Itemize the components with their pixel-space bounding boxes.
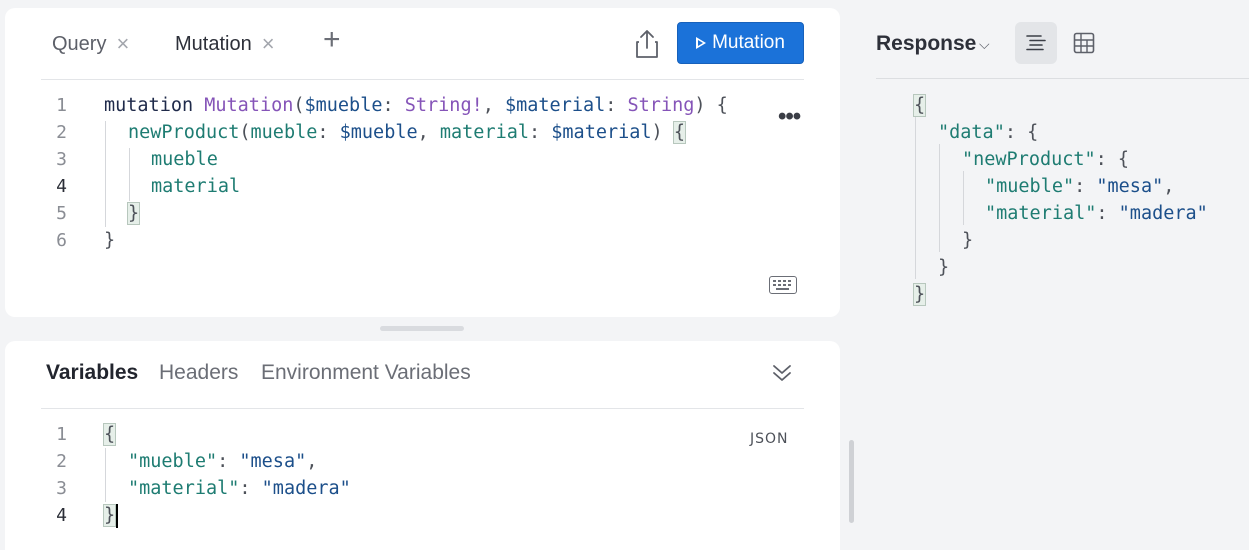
table-view-button[interactable] <box>1063 22 1105 64</box>
tab-headers[interactable]: Headers <box>159 361 238 385</box>
code-line-4: material <box>151 176 241 197</box>
keyboard-shortcuts-icon[interactable] <box>769 276 797 294</box>
response-line: "newProduct": { <box>962 149 1130 170</box>
indent-guide <box>915 117 916 279</box>
line-number: 3 <box>56 478 67 499</box>
tab-variables[interactable]: Variables <box>46 361 138 385</box>
play-icon <box>696 37 707 49</box>
line-number: 2 <box>56 451 67 472</box>
response-line: { <box>912 94 927 117</box>
indent-guide <box>129 148 130 201</box>
response-line: "material": "madera" <box>985 203 1208 224</box>
operation-editor-panel: Query × Mutation × + Mutation 1 2 3 4 5 … <box>5 8 840 317</box>
close-icon[interactable]: × <box>116 33 129 55</box>
vars-line-4: } <box>102 502 119 529</box>
operation-tabs: Query × Mutation × + Mutation <box>41 8 804 80</box>
tab-label: Mutation <box>175 32 252 55</box>
line-number: 2 <box>56 122 67 143</box>
tab-label: Query <box>52 32 107 55</box>
response-header: Response ⌵ <box>876 22 1249 79</box>
variables-tabs: Variables Headers Environment Variables <box>41 341 804 409</box>
indent-guide <box>939 144 940 252</box>
indent-guide <box>105 448 106 502</box>
response-line: } <box>962 230 974 251</box>
response-line: "mueble": "mesa", <box>985 176 1175 197</box>
vars-line-2: "mueble": "mesa", <box>128 451 318 472</box>
chevron-down-icon[interactable]: ⌵ <box>979 36 990 53</box>
collapse-panel-icon[interactable] <box>771 361 793 385</box>
scrollbar[interactable] <box>849 440 854 523</box>
line-number: 1 <box>56 424 67 445</box>
response-line: "data": { <box>938 122 1039 143</box>
response-title[interactable]: Response <box>876 32 976 56</box>
code-line-1: mutation Mutation($mueble: String!, $mat… <box>104 95 728 116</box>
run-mutation-button[interactable]: Mutation <box>677 22 804 64</box>
tab-environment-variables[interactable]: Environment Variables <box>261 361 471 385</box>
code-line-2: newProduct(mueble: $mueble, material: $m… <box>128 121 686 144</box>
vars-line-3: "material": "madera" <box>128 478 351 499</box>
indent-guide <box>963 171 964 225</box>
add-tab-button[interactable]: + <box>323 25 341 55</box>
response-line: } <box>938 257 950 278</box>
line-number: 3 <box>56 149 67 170</box>
panel-resize-handle[interactable] <box>380 326 464 331</box>
text-view-button[interactable] <box>1015 22 1057 64</box>
line-number: 4 <box>56 176 67 197</box>
code-line-5: } <box>126 202 141 225</box>
line-number: 1 <box>56 95 67 116</box>
indent-guide <box>105 121 106 227</box>
line-number: 6 <box>56 230 67 251</box>
variables-panel: Variables Headers Environment Variables … <box>5 341 840 550</box>
text-lines-icon <box>1026 35 1046 51</box>
format-label: JSON <box>750 431 789 447</box>
tab-mutation[interactable]: Mutation × <box>175 30 275 58</box>
close-icon[interactable]: × <box>262 33 275 55</box>
tab-query[interactable]: Query × <box>52 30 129 58</box>
code-line-3: mueble <box>151 149 218 170</box>
line-number: 5 <box>56 203 67 224</box>
run-button-label: Mutation <box>712 32 785 53</box>
vars-line-1: { <box>102 423 117 446</box>
code-line-6: } <box>104 230 116 251</box>
line-number: 4 <box>56 505 67 526</box>
share-icon[interactable] <box>632 28 662 60</box>
text-cursor <box>116 504 119 528</box>
table-icon <box>1073 32 1095 54</box>
more-options-icon[interactable]: ••• <box>778 103 801 131</box>
response-line: } <box>912 283 927 306</box>
